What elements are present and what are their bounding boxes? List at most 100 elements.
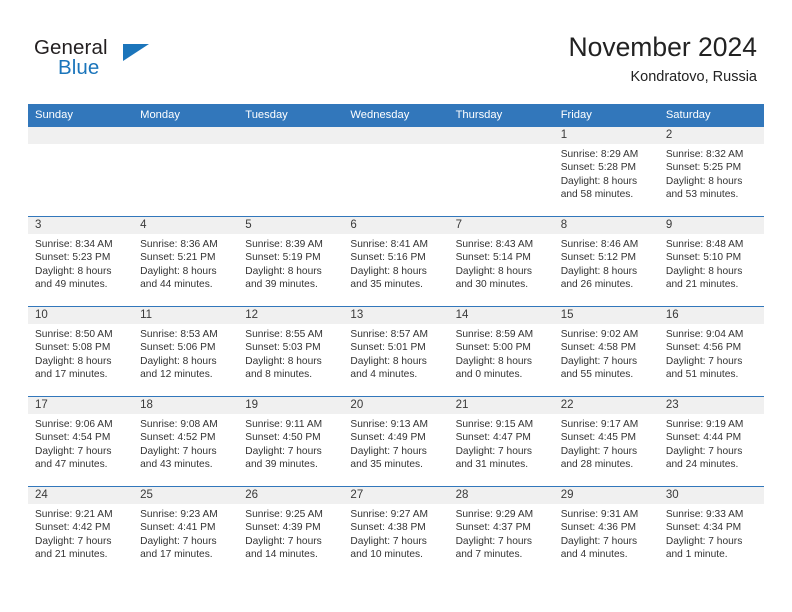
calendar-day-cell[interactable]: 18 Sunrise: 9:08 AM Sunset: 4:52 PM Dayligh…	[133, 396, 239, 487]
calendar-day-cell[interactable]: 5 Sunrise: 8:39 AM Sunset: 5:19 PM Daylight…	[238, 216, 344, 307]
calendar-day-cell[interactable]: 19 Sunrise: 9:11 AM Sunset: 4:50 PM Dayligh…	[238, 396, 344, 487]
sunrise-time: Sunrise: 8:39 AM	[245, 239, 323, 250]
daylight-duration-line2: and 7 minutes.	[455, 548, 523, 560]
sunset-time: Sunset: 4:37 PM	[455, 522, 531, 534]
sunrise-time: Sunrise: 9:13 AM	[350, 419, 429, 430]
calendar-day-cell[interactable]: 6 Sunrise: 8:41 AM Sunset: 5:16 PM Daylight…	[343, 216, 449, 307]
calendar-day-cell[interactable]: 28 Sunrise: 9:29 AM Sunset: 4:37 PM Dayligh…	[448, 486, 554, 576]
daylight-duration-line2: and 10 minutes.	[350, 548, 423, 560]
daylight-duration-line2: and 21 minutes.	[665, 278, 739, 290]
day-sun-info: Sunrise: 9:19 AM Sunset: 4:44 PM Daylight:…	[659, 414, 764, 471]
daylight-duration-line1: Daylight: 8 hours	[560, 265, 638, 277]
calendar-day-cell[interactable]: 8 Sunrise: 8:46 AM Sunset: 5:12 PM Daylight…	[553, 216, 659, 307]
day-sun-info: Sunrise: 8:59 AM Sunset: 5:00 PM Daylight:…	[449, 324, 554, 381]
weekday-header-wednesday: Wednesday	[343, 104, 449, 127]
sunset-time: Sunset: 4:42 PM	[35, 522, 111, 534]
calendar-day-cell[interactable]: 4 Sunrise: 8:36 AM Sunset: 5:21 PM Daylight…	[133, 216, 239, 307]
daylight-duration-line2: and 0 minutes.	[455, 368, 523, 380]
calendar-day-cell[interactable]: 9 Sunrise: 8:48 AM Sunset: 5:10 PM Daylight…	[658, 216, 764, 307]
sunrise-time: Sunrise: 9:06 AM	[35, 419, 113, 430]
sunset-time: Sunset: 4:39 PM	[245, 522, 321, 534]
daylight-duration-line2: and 35 minutes.	[350, 278, 423, 290]
calendar-header-row: Sunday Monday Tuesday Wednesday Thursday…	[28, 104, 764, 127]
logo-text-blue: Blue	[58, 56, 100, 79]
daylight-duration-line1: Daylight: 7 hours	[665, 445, 743, 457]
calendar-day-cell[interactable]: 21 Sunrise: 9:15 AM Sunset: 4:47 PM Dayligh…	[448, 396, 554, 487]
daylight-duration-line2: and 53 minutes.	[665, 188, 739, 200]
calendar-day-cell[interactable]: 17 Sunrise: 9:06 AM Sunset: 4:54 PM Dayligh…	[28, 396, 134, 487]
calendar-day-cell[interactable]: 23 Sunrise: 9:19 AM Sunset: 4:44 PM Dayligh…	[658, 396, 764, 487]
day-number: 15	[553, 307, 659, 324]
daylight-duration-line1: Daylight: 7 hours	[665, 355, 743, 367]
sunrise-time: Sunrise: 8:29 AM	[560, 149, 639, 160]
general-blue-logo[interactable]: General Blue	[34, 36, 214, 82]
calendar-day-cell[interactable]: 25 Sunrise: 9:23 AM Sunset: 4:41 PM Dayligh…	[133, 486, 239, 576]
calendar-day-cell[interactable]: 15 Sunrise: 9:02 AM Sunset: 4:58 PM Dayligh…	[553, 306, 659, 397]
calendar-day-cell-empty	[448, 127, 554, 217]
daylight-duration-line1: Daylight: 8 hours	[560, 175, 638, 187]
sunrise-time: Sunrise: 9:31 AM	[560, 509, 639, 520]
day-number: 8	[553, 217, 659, 234]
calendar-day-cell[interactable]: 12 Sunrise: 8:55 AM Sunset: 5:03 PM Dayligh…	[238, 306, 344, 397]
day-number: 25	[133, 487, 239, 504]
daylight-duration-line1: Daylight: 7 hours	[35, 535, 112, 547]
day-number: 14	[448, 307, 554, 324]
daylight-duration-line2: and 14 minutes.	[245, 548, 318, 560]
calendar-day-cell-empty	[28, 127, 134, 217]
sunrise-time: Sunrise: 8:32 AM	[665, 149, 744, 160]
calendar-day-cell[interactable]: 27 Sunrise: 9:27 AM Sunset: 4:38 PM Dayligh…	[343, 486, 449, 576]
calendar-day-cell[interactable]: 30 Sunrise: 9:33 AM Sunset: 4:34 PM Dayligh…	[658, 486, 764, 576]
calendar-day-cell-empty	[343, 127, 449, 217]
calendar-day-cell[interactable]: 24 Sunrise: 9:21 AM Sunset: 4:42 PM Dayligh…	[28, 486, 134, 576]
daylight-duration-line1: Daylight: 7 hours	[560, 355, 638, 367]
daylight-duration-line1: Daylight: 7 hours	[560, 535, 638, 547]
daylight-duration-line2: and 58 minutes.	[560, 188, 634, 200]
sunrise-time: Sunrise: 8:59 AM	[455, 329, 534, 340]
day-number	[448, 127, 554, 144]
daylight-duration-line1: Daylight: 8 hours	[455, 265, 533, 277]
calendar-day-cell[interactable]: 13 Sunrise: 8:57 AM Sunset: 5:01 PM Dayligh…	[343, 306, 449, 397]
calendar-day-cell[interactable]: 22 Sunrise: 9:17 AM Sunset: 4:45 PM Dayligh…	[553, 396, 659, 487]
calendar-day-cell[interactable]: 1 Sunrise: 8:29 AM Sunset: 5:28 PM Daylight…	[553, 127, 659, 217]
sunset-time: Sunset: 5:06 PM	[140, 342, 216, 354]
day-sun-info: Sunrise: 9:33 AM Sunset: 4:34 PM Daylight:…	[659, 504, 764, 561]
daylight-duration-line1: Daylight: 8 hours	[245, 355, 322, 367]
daylight-duration-line1: Daylight: 7 hours	[245, 445, 322, 457]
calendar-day-cell[interactable]: 2 Sunrise: 8:32 AM Sunset: 5:25 PM Daylight…	[658, 127, 764, 217]
daylight-duration-line1: Daylight: 8 hours	[350, 355, 427, 367]
calendar-day-cell[interactable]: 10 Sunrise: 8:50 AM Sunset: 5:08 PM Dayligh…	[28, 306, 134, 397]
daylight-duration-line1: Daylight: 8 hours	[350, 265, 427, 277]
daylight-duration-line1: Daylight: 7 hours	[455, 535, 533, 547]
day-number: 21	[448, 397, 554, 414]
calendar-body: 1 Sunrise: 8:29 AM Sunset: 5:28 PM Daylight…	[28, 127, 764, 576]
calendar-day-cell[interactable]: 16 Sunrise: 9:04 AM Sunset: 4:56 PM Dayligh…	[658, 306, 764, 397]
sunset-time: Sunset: 4:38 PM	[350, 522, 426, 534]
sunrise-time: Sunrise: 9:21 AM	[35, 509, 113, 520]
page-header: General Blue November 2024 Kondratovo, R…	[0, 0, 792, 100]
daylight-duration-line2: and 44 minutes.	[140, 278, 213, 290]
calendar-day-cell[interactable]: 29 Sunrise: 9:31 AM Sunset: 4:36 PM Dayligh…	[553, 486, 659, 576]
day-number: 19	[238, 397, 344, 414]
day-number: 17	[28, 397, 134, 414]
sunset-time: Sunset: 4:34 PM	[665, 522, 742, 534]
daylight-duration-line2: and 24 minutes.	[665, 458, 739, 470]
calendar-day-cell[interactable]: 11 Sunrise: 8:53 AM Sunset: 5:06 PM Dayligh…	[133, 306, 239, 397]
calendar-day-cell[interactable]: 20 Sunrise: 9:13 AM Sunset: 4:49 PM Dayligh…	[343, 396, 449, 487]
daylight-duration-line1: Daylight: 7 hours	[245, 535, 322, 547]
day-sun-info: Sunrise: 9:27 AM Sunset: 4:38 PM Daylight:…	[343, 504, 448, 561]
sunrise-time: Sunrise: 8:34 AM	[35, 239, 113, 250]
daylight-duration-line1: Daylight: 7 hours	[35, 445, 112, 457]
sunset-time: Sunset: 4:50 PM	[245, 432, 321, 444]
calendar-day-cell[interactable]: 14 Sunrise: 8:59 AM Sunset: 5:00 PM Dayligh…	[448, 306, 554, 397]
calendar-day-cell[interactable]: 7 Sunrise: 8:43 AM Sunset: 5:14 PM Daylight…	[448, 216, 554, 307]
day-number: 26	[238, 487, 344, 504]
day-sun-info: Sunrise: 9:13 AM Sunset: 4:49 PM Daylight:…	[343, 414, 448, 471]
day-number: 11	[133, 307, 239, 324]
daylight-duration-line1: Daylight: 7 hours	[455, 445, 533, 457]
calendar-day-cell[interactable]: 26 Sunrise: 9:25 AM Sunset: 4:39 PM Dayligh…	[238, 486, 344, 576]
calendar-day-cell[interactable]: 3 Sunrise: 8:34 AM Sunset: 5:23 PM Daylight…	[28, 216, 134, 307]
sunrise-time: Sunrise: 8:57 AM	[350, 329, 429, 340]
sunrise-time: Sunrise: 9:25 AM	[245, 509, 323, 520]
day-number: 13	[343, 307, 449, 324]
sunset-time: Sunset: 4:49 PM	[350, 432, 426, 444]
